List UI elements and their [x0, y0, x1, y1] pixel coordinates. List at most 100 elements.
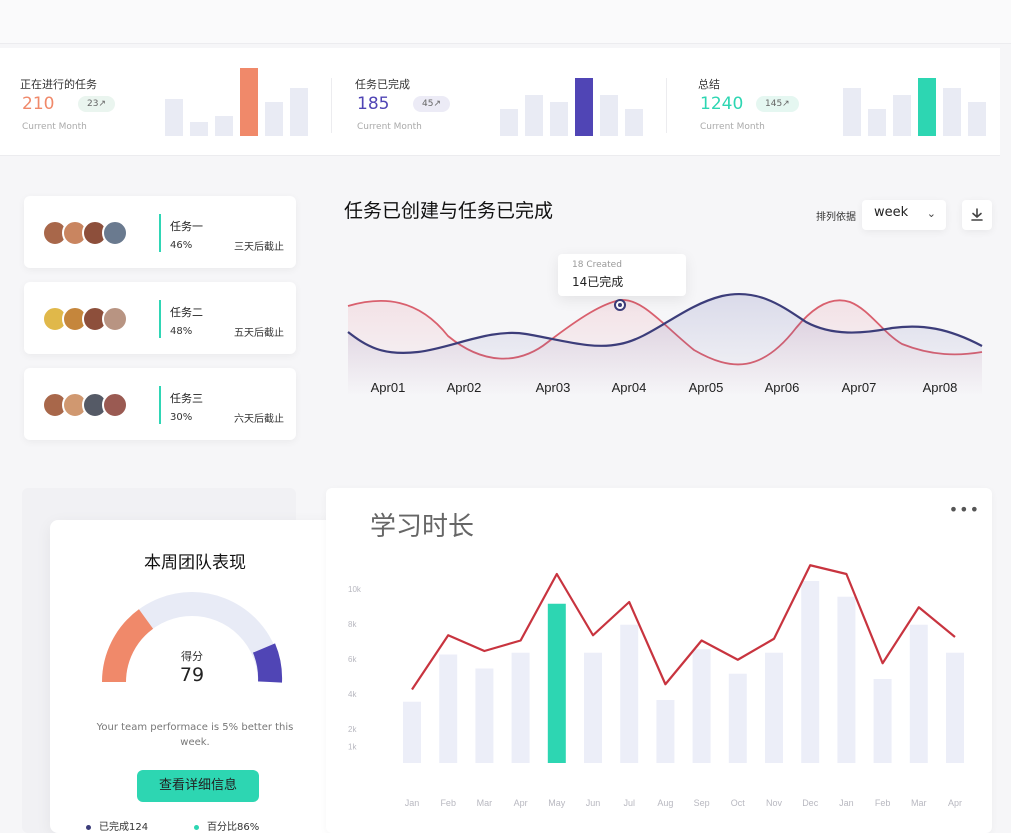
- trend-x-tick-label: Apr04: [612, 380, 647, 395]
- legend-dot-icon: [86, 824, 91, 830]
- study-bar[interactable]: [765, 652, 783, 763]
- stat-mini-bar: [290, 88, 308, 136]
- divider: [666, 78, 667, 133]
- stat-mini-bars: [500, 66, 650, 136]
- study-bar[interactable]: [439, 654, 458, 764]
- task-due: 三天后截止: [234, 242, 284, 253]
- study-bar[interactable]: [584, 652, 602, 763]
- study-bar[interactable]: [728, 673, 747, 763]
- x-tick-label: Oct: [731, 798, 746, 808]
- stat-label: 正在进行的任务: [20, 78, 97, 91]
- top-bar: [0, 0, 1011, 44]
- study-bar[interactable]: [620, 624, 639, 763]
- stat-mini-bar: [600, 95, 618, 136]
- stat-mini-bar: [968, 102, 986, 136]
- download-icon: [971, 208, 983, 221]
- y-tick-label: 10k: [348, 585, 362, 594]
- stat-subtitle: Current Month: [700, 122, 765, 132]
- stat-mini-bars: [843, 66, 993, 136]
- task-name: 任务二: [170, 306, 203, 319]
- stat-mini-bar: [525, 95, 543, 136]
- study-bar[interactable]: [801, 581, 820, 763]
- study-bar[interactable]: [909, 624, 928, 763]
- stat-mini-bar: [918, 78, 936, 136]
- stat-card-in-progress[interactable]: 正在进行的任务 210 23↗ Current Month: [0, 48, 332, 156]
- study-bar[interactable]: [403, 701, 421, 763]
- stat-value: 185: [357, 94, 390, 114]
- x-tick-label: Nov: [766, 798, 783, 808]
- x-tick-label: May: [548, 798, 566, 808]
- tooltip-created: 18 Created: [572, 260, 622, 270]
- stat-mini-bar: [500, 109, 518, 136]
- download-button[interactable]: [962, 200, 992, 230]
- study-bar[interactable]: [946, 652, 964, 763]
- x-tick-label: Jan: [405, 798, 420, 808]
- study-bar[interactable]: [475, 668, 494, 764]
- stat-mini-bar: [575, 78, 593, 136]
- y-tick-label: 2k: [348, 725, 357, 734]
- avatar: [102, 306, 128, 332]
- tooltip-completed: 14已完成: [572, 275, 624, 289]
- study-bar[interactable]: [547, 603, 566, 763]
- avatar: [102, 220, 128, 246]
- legend-completed: 已完成124: [86, 818, 148, 833]
- study-bar[interactable]: [692, 649, 711, 763]
- x-tick-label: Dec: [802, 798, 819, 808]
- y-tick-label: 6k: [348, 655, 357, 664]
- stats-row: 正在进行的任务 210 23↗ Current Month 任务已完成 185 …: [0, 48, 1000, 156]
- stat-card-total[interactable]: 总结 1240 145↗ Current Month: [678, 48, 1008, 156]
- trend-x-tick-label: Apr06: [765, 380, 800, 395]
- accent-line: [159, 386, 161, 424]
- stat-mini-bar: [190, 122, 208, 136]
- task-due: 六天后截止: [234, 414, 284, 425]
- stat-mini-bar: [240, 68, 258, 136]
- trend-title: 任务已创建与任务已完成: [344, 200, 554, 222]
- trend-x-tick-label: Apr07: [842, 380, 877, 395]
- sort-value: week: [874, 205, 909, 220]
- legend-percent-text: 百分比86%: [207, 822, 260, 833]
- x-tick-label: Mar: [477, 798, 493, 808]
- study-bar[interactable]: [511, 652, 530, 763]
- task-percent: 30%: [170, 412, 193, 423]
- stat-mini-bar: [215, 116, 233, 136]
- trend-tooltip: 18 Created 14已完成: [558, 254, 686, 296]
- performance-message: Your team performace is 5% better this w…: [96, 722, 294, 748]
- study-bar[interactable]: [656, 700, 675, 763]
- stat-subtitle: Current Month: [357, 122, 422, 132]
- stat-mini-bar: [868, 109, 886, 136]
- stat-value: 210: [22, 94, 55, 114]
- task-card-3[interactable]: 任务三 30% 六天后截止: [24, 368, 296, 440]
- task-percent: 48%: [170, 326, 193, 337]
- study-line: [411, 564, 956, 691]
- task-card-1[interactable]: 任务一 46% 三天后截止: [24, 196, 296, 268]
- stat-badge: 23↗: [78, 96, 115, 112]
- trend-x-tick-label: Apr01: [371, 380, 406, 395]
- stat-mini-bars: [165, 66, 315, 136]
- task-percent: 46%: [170, 240, 193, 251]
- stat-mini-bar: [893, 95, 911, 136]
- trend-x-tick-label: Apr05: [689, 380, 724, 395]
- task-card-2[interactable]: 任务二 48% 五天后截止: [24, 282, 296, 354]
- x-tick-label: Jan: [839, 798, 854, 808]
- stat-mini-bar: [625, 109, 643, 136]
- stat-mini-bar: [265, 102, 283, 136]
- y-tick-label: 4k: [348, 690, 357, 699]
- legend-percent: 百分比86%: [194, 818, 259, 833]
- stat-card-completed[interactable]: 任务已完成 185 45↗ Current Month: [335, 48, 667, 156]
- highlight-point-center: [618, 303, 622, 307]
- task-name: 任务三: [170, 392, 203, 405]
- study-bar[interactable]: [837, 596, 856, 763]
- study-bar[interactable]: [873, 679, 892, 763]
- stat-label: 任务已完成: [355, 78, 410, 91]
- stat-value: 1240: [700, 94, 744, 114]
- x-tick-label: Sep: [694, 798, 710, 808]
- x-tick-label: Aug: [657, 798, 673, 808]
- view-details-button[interactable]: 查看详细信息: [137, 770, 259, 802]
- accent-line: [159, 300, 161, 338]
- x-tick-label: Apr: [514, 798, 528, 808]
- study-time-card: 学习时长 ••• 10k 8k 6k 4k 2k 1k Jan Feb Mar Apr May Jun…: [326, 488, 992, 833]
- stat-mini-bar: [943, 88, 961, 136]
- task-name: 任务一: [170, 220, 203, 233]
- stat-badge: 145↗: [756, 96, 799, 112]
- sort-dropdown[interactable]: week ⌄: [862, 200, 946, 230]
